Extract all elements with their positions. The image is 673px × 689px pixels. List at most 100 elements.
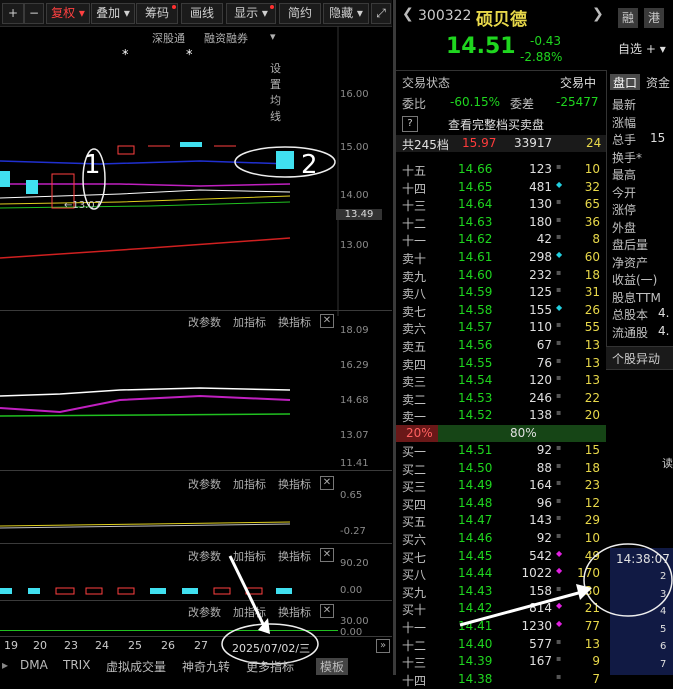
toolbar-huaxian-label: 画线: [189, 6, 214, 20]
toolbar-huaxian-button[interactable]: 画线: [181, 3, 223, 24]
toolbar-xianshi-button[interactable]: 显示 ▾: [226, 3, 276, 24]
add-indicator-button[interactable]: 加指标: [233, 476, 266, 492]
total-row: 共245档 15.97 33917 24: [396, 135, 606, 152]
level-indicator-dot-icon: ▪: [556, 267, 562, 277]
nav-left-icon[interactable]: ❮: [402, 6, 414, 22]
toolbar-chouma-button[interactable]: 筹码: [136, 3, 178, 24]
level-label: 十一: [402, 234, 427, 249]
stock-code: 300322: [418, 8, 472, 24]
toolbar-xianshi-label: 显示: [234, 6, 259, 20]
level-volume: 577: [529, 636, 552, 651]
order-level-row[interactable]: 十三 14.64 130 ▪ 65: [396, 197, 606, 214]
order-level-row[interactable]: 卖六 14.57 110 ▪ 55: [396, 320, 606, 337]
toolbar-jianyue-button[interactable]: 简约: [279, 3, 321, 24]
level-price: 14.59: [458, 285, 493, 300]
order-level-row[interactable]: 十三 14.39 167 ▪ 9: [396, 654, 606, 671]
order-level-row[interactable]: 卖十 14.61 298 ◆ 60: [396, 250, 606, 267]
order-level-row[interactable]: 买四 14.48 96 ▪ 12: [396, 496, 606, 513]
level-price: 14.63: [458, 214, 493, 229]
trade-status-label: 交易状态: [402, 76, 451, 90]
order-level-row[interactable]: 卖二 14.53 246 ▪ 22: [396, 391, 606, 408]
level-label: 买一: [402, 445, 427, 459]
order-level-row[interactable]: 买五 14.47 143 ▪ 29: [396, 513, 606, 530]
order-level-row[interactable]: 卖五 14.56 67 ▪ 13: [396, 338, 606, 355]
ma-line-white: [0, 189, 291, 199]
order-level-row[interactable]: 十二 14.63 180 ▪ 36: [396, 215, 606, 232]
rongzi-badge[interactable]: 融: [618, 8, 638, 28]
tab-trix[interactable]: TRIX: [63, 658, 90, 672]
level-indicator-dot-icon: ▪: [556, 214, 562, 224]
order-level-row[interactable]: 十一 14.62 42 ▪ 8: [396, 232, 606, 249]
level-label: 卖六: [402, 322, 427, 337]
level-order-count: 26: [584, 302, 600, 317]
tab-pankou[interactable]: 盘口: [610, 74, 640, 90]
add-indicator-button[interactable]: 加指标: [233, 314, 266, 330]
tab-virtual-volume[interactable]: 虚拟成交量: [106, 658, 166, 675]
ma-line-blue: [0, 160, 291, 165]
level-price: 14.55: [458, 355, 493, 370]
cut-text: 读: [662, 457, 673, 470]
edit-params-button[interactable]: 改参数: [188, 476, 221, 492]
edit-params-button[interactable]: 改参数: [188, 604, 221, 620]
level-volume: 130: [529, 197, 552, 212]
swap-indicator-button[interactable]: 换指标: [278, 476, 311, 492]
chart-toolbar: + − 复权 ▾ 叠加 ▾ 筹码 画线 显示 ▾ 简约 隐藏 ▾ ⤢: [0, 0, 392, 27]
indicator-2-chart: [0, 521, 291, 529]
order-level-row[interactable]: 卖四 14.55 76 ▪ 13: [396, 356, 606, 373]
level-indicator-dot-icon: ▪: [556, 671, 562, 681]
order-level-row[interactable]: 买三 14.49 164 ▪ 23: [396, 478, 606, 495]
order-level-row[interactable]: 十四 14.38 ▪ 7: [396, 672, 606, 689]
date-tick: 26: [161, 639, 175, 652]
level-volume: 164: [529, 478, 552, 493]
toolbar-yincang-button[interactable]: 隐藏 ▾: [323, 3, 369, 24]
indicator-3-bar: [28, 588, 40, 594]
indicator-3-bar: [0, 588, 12, 594]
order-level-row[interactable]: 买二 14.50 88 ▪ 18: [396, 461, 606, 478]
close-panel-icon[interactable]: ✕: [320, 476, 334, 490]
total-price: 15.97: [462, 136, 497, 150]
tab-template[interactable]: 模板: [316, 658, 349, 675]
toolbar-diejia-button[interactable]: 叠加 ▾: [91, 3, 135, 24]
tab-left-arrow-icon[interactable]: ▸: [2, 658, 8, 672]
date-axis-divider: [0, 636, 392, 637]
order-level-row[interactable]: 卖八 14.59 125 ▪ 31: [396, 285, 606, 302]
time-annotation-arrow: [459, 590, 583, 627]
order-level-row[interactable]: 卖七 14.58 155 ◆ 26: [396, 303, 606, 320]
level-order-count: 22: [584, 390, 600, 405]
liutong-value: 4.: [658, 324, 670, 338]
zongshou-value: 15: [650, 131, 666, 145]
swap-indicator-button[interactable]: 换指标: [278, 314, 311, 330]
order-level-row[interactable]: 十二 14.40 577 ▪ 13: [396, 637, 606, 654]
hk-badge[interactable]: 港: [644, 8, 664, 28]
order-level-row[interactable]: 卖九 14.60 232 ▪ 18: [396, 268, 606, 285]
order-level-row[interactable]: 买一 14.51 92 ▪ 15: [396, 443, 606, 460]
toolbar-plus-button[interactable]: +: [2, 3, 24, 24]
order-level-row[interactable]: 卖三 14.54 120 ▪ 13: [396, 373, 606, 390]
abnormal-tab-box[interactable]: 个股异动: [606, 346, 673, 370]
order-level-row[interactable]: 十五 14.66 123 ▪ 10: [396, 162, 606, 179]
tab-dma[interactable]: DMA: [20, 658, 48, 672]
help-icon[interactable]: ?: [402, 116, 418, 132]
order-level-row[interactable]: 卖一 14.52 138 ▪ 20: [396, 408, 606, 425]
order-level-row[interactable]: 十四 14.65 481 ◆ 32: [396, 180, 606, 197]
edit-params-button[interactable]: 改参数: [188, 548, 221, 564]
level-volume: 180: [529, 214, 552, 229]
toolbar-yincang-label: 隐藏: [329, 6, 354, 20]
toolbar-minus-button[interactable]: −: [24, 3, 44, 24]
ratio-right: 80%: [510, 426, 537, 440]
quote-field-label: 换手*: [612, 150, 643, 165]
indicator-1-chart: [0, 387, 291, 417]
close-panel-icon[interactable]: ✕: [320, 314, 334, 328]
toolbar-fuquan-button[interactable]: 复权 ▾: [46, 3, 90, 24]
tab-shenqi-jiuzhuan[interactable]: 神奇九转: [182, 658, 230, 675]
quote-field-label: 盘后量: [612, 238, 649, 252]
edit-params-button[interactable]: 改参数: [188, 314, 221, 330]
nav-right-icon[interactable]: ❯: [592, 6, 604, 22]
fullscreen-icon[interactable]: ⤢: [371, 3, 391, 24]
level-price: 14.50: [458, 460, 493, 475]
scroll-right-icon[interactable]: »: [376, 639, 390, 653]
tab-zijin[interactable]: 资金: [646, 74, 670, 91]
full-book-link[interactable]: 查看完整档买卖盘: [448, 116, 544, 133]
watchlist-button[interactable]: 自选 + ▾: [618, 40, 666, 57]
tab-more-indicators[interactable]: 更多指标: [246, 658, 294, 675]
